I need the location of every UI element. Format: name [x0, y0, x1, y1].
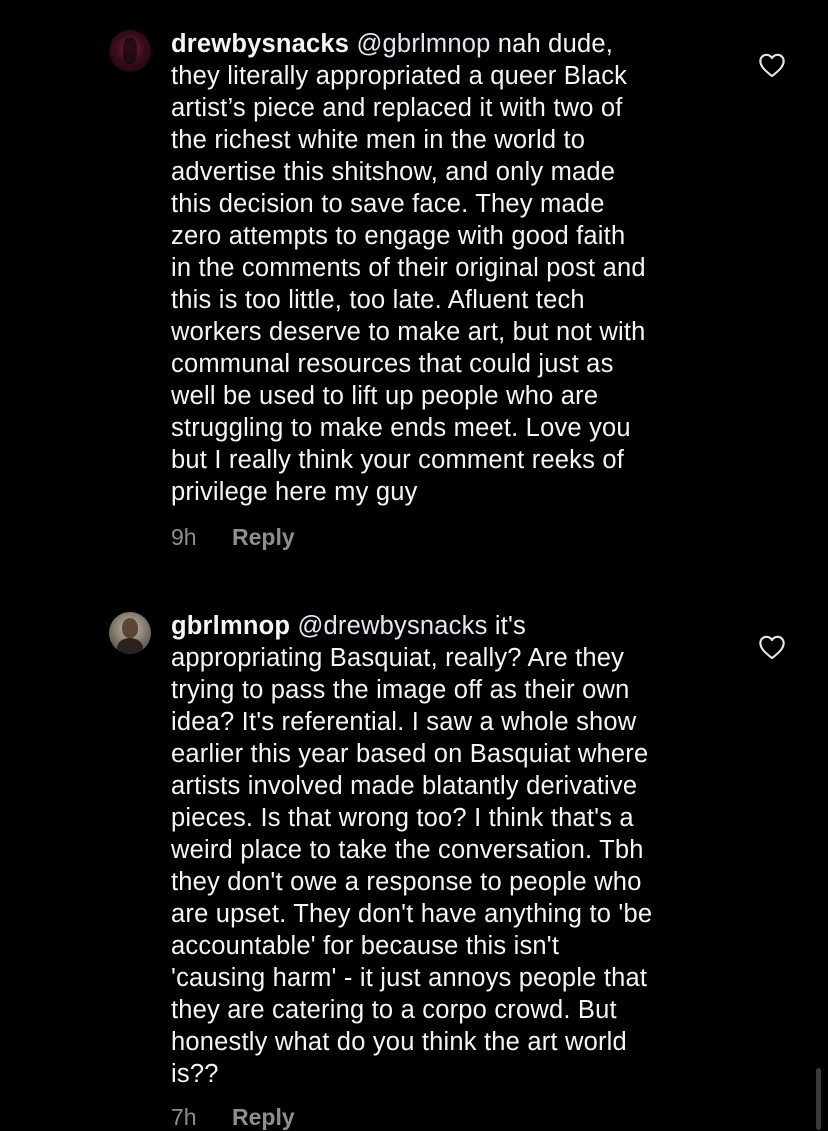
comment-body: nah dude, they literally appropriated a … — [171, 30, 646, 506]
comment-meta: 7h Reply — [171, 1104, 295, 1131]
comment-meta: 9h Reply — [171, 524, 295, 551]
avatar[interactable] — [109, 30, 151, 72]
comment-username[interactable]: drewbysnacks — [171, 30, 349, 58]
comment-mention[interactable]: @gbrlmnop — [356, 30, 490, 58]
scrollbar[interactable] — [816, 1068, 821, 1130]
comment-text: gbrlmnop @drewbysnacks it's appropriatin… — [171, 610, 731, 1090]
comment-body: it's appropriating Basquiat, really? Are… — [171, 612, 653, 1088]
heart-outline-icon[interactable] — [758, 52, 786, 78]
comment-timestamp: 9h — [171, 524, 197, 550]
heart-outline-icon[interactable] — [758, 634, 786, 660]
reply-button[interactable]: Reply — [232, 1104, 295, 1131]
reply-button[interactable]: Reply — [232, 524, 295, 551]
comment-username[interactable]: gbrlmnop — [171, 612, 290, 640]
comment-timestamp: 7h — [171, 1104, 197, 1130]
comment-mention[interactable]: @drewbysnacks — [297, 612, 487, 640]
avatar[interactable] — [109, 612, 151, 654]
comment-text: drewbysnacks @gbrlmnop nah dude, they li… — [171, 28, 731, 508]
